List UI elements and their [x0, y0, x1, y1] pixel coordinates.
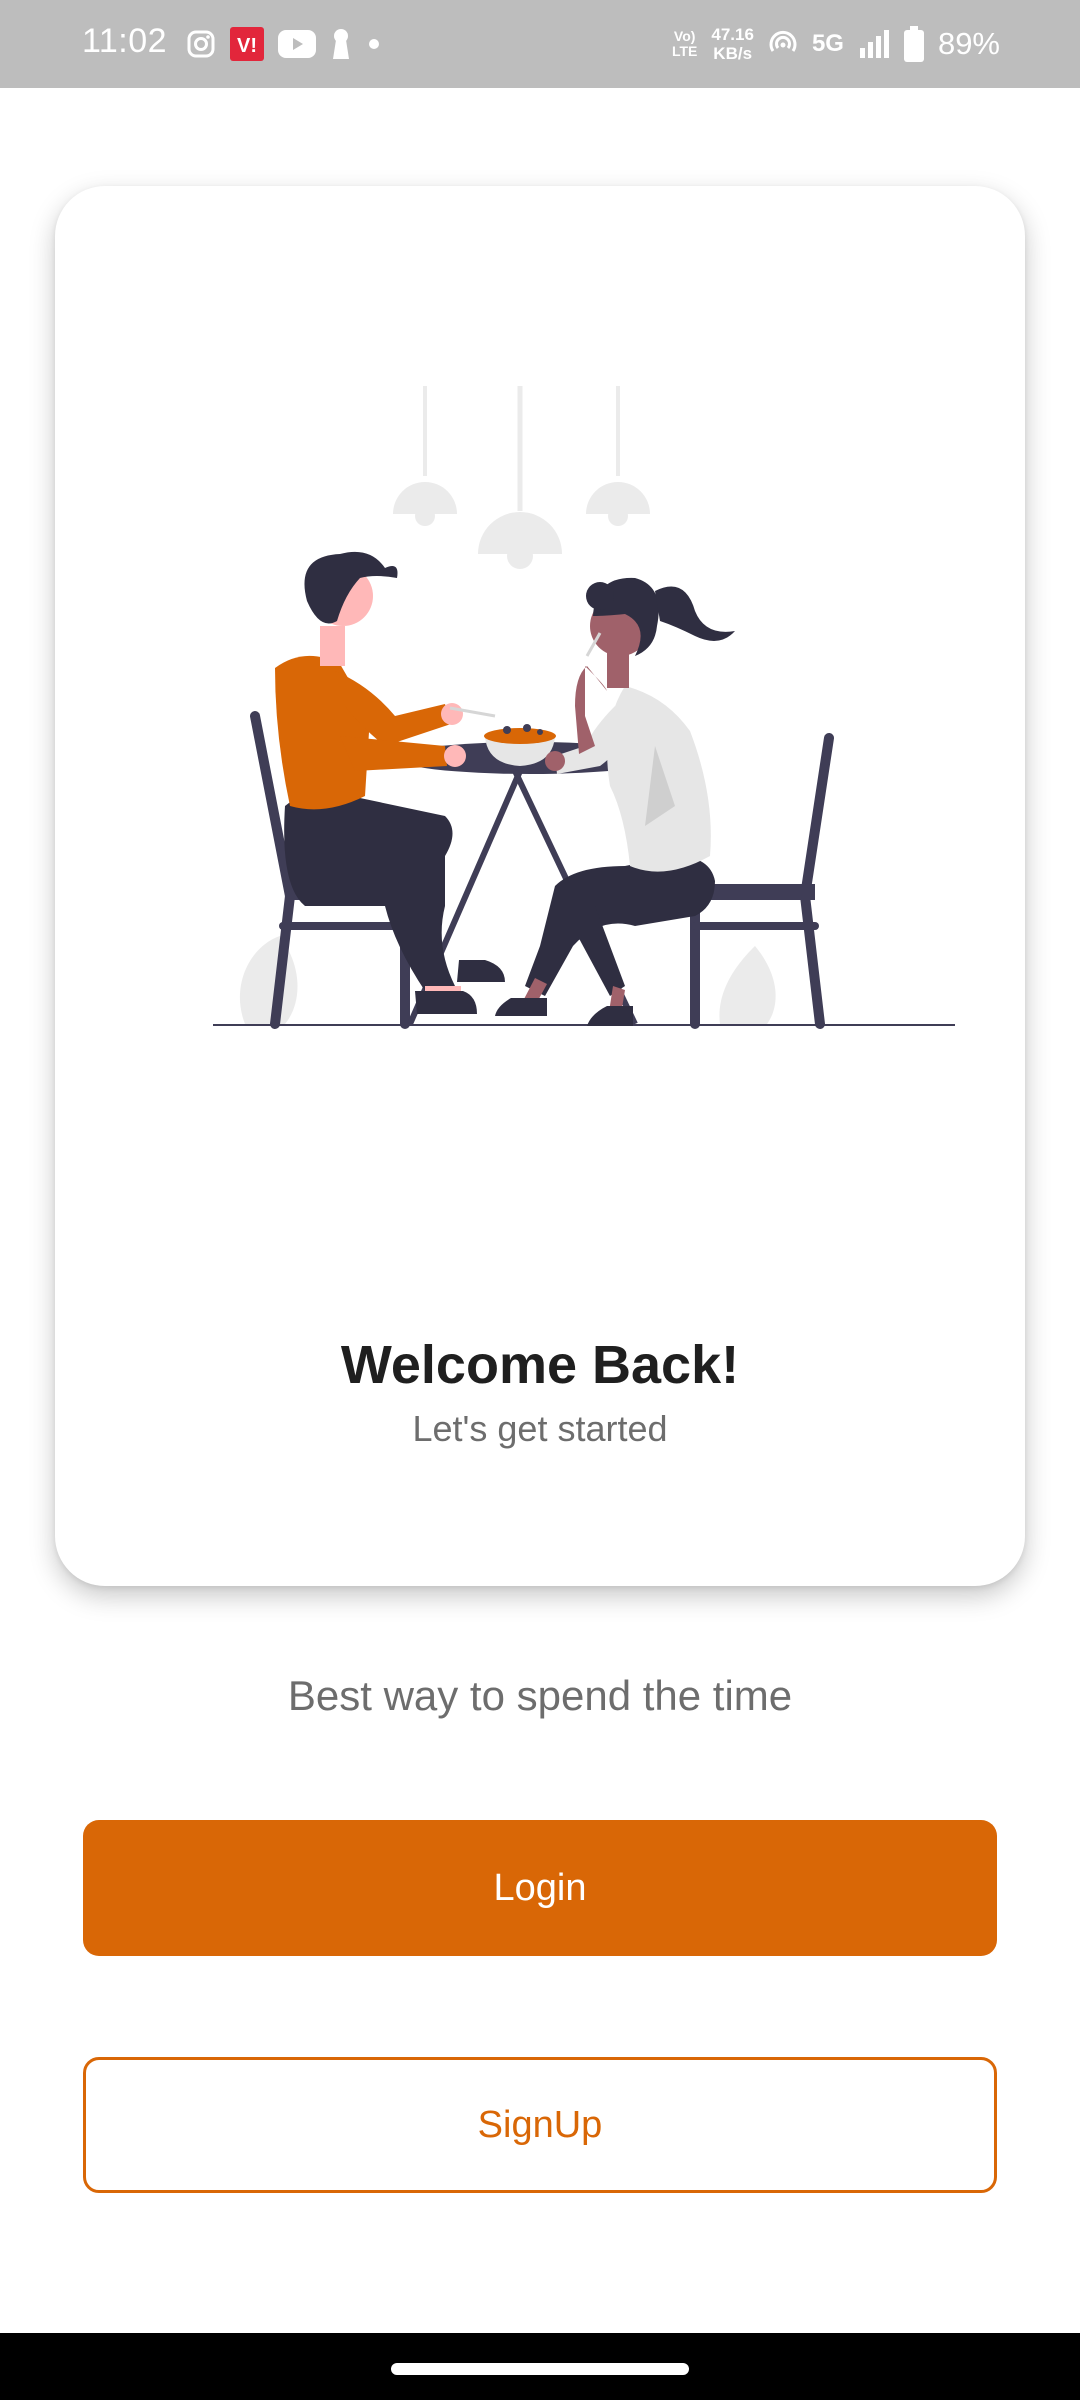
notification-icons: V!	[186, 26, 382, 62]
battery-percent: 89%	[937, 26, 1000, 61]
pendant-lamps	[393, 386, 650, 569]
network-speed: 47.16 KB/s	[711, 25, 754, 63]
youtube-icon	[278, 30, 316, 58]
instagram-icon	[187, 30, 215, 58]
volte-indicator: Vo) LTE	[671, 28, 698, 59]
signup-button[interactable]: SignUp	[83, 2057, 997, 2193]
home-gesture-handle[interactable]	[391, 2363, 689, 2375]
login-button[interactable]: Login	[83, 1820, 997, 1956]
network-type: 5G	[811, 30, 844, 57]
vi-app-icon: V!	[230, 27, 264, 61]
signup-button-label: SignUp	[477, 2103, 603, 2146]
welcome-title: Welcome Back!	[340, 1335, 740, 1395]
status-time: 11:02	[82, 22, 168, 60]
dining-illustration	[213, 386, 955, 1029]
svg-text:V!: V!	[237, 35, 257, 57]
signal-icon	[859, 30, 889, 58]
keyhole-icon	[333, 29, 349, 59]
tagline: Best way to spend the time	[287, 1672, 793, 1719]
battery-icon	[903, 26, 924, 62]
system-icons: Vo) LTE 47.16 KB/s 5G 89%	[672, 20, 1000, 68]
welcome-subtitle: Let's get started	[412, 1408, 668, 1449]
login-button-label: Login	[493, 1866, 587, 1909]
man-figure	[275, 551, 505, 1014]
welcome-card: Welcome Back! Let's get started	[55, 186, 1025, 1586]
hotspot-icon	[769, 30, 797, 52]
dot-icon	[369, 39, 379, 49]
status-bar: 11:02 V! Vo) LTE 47.16 KB/s 5G 89%	[0, 0, 1080, 88]
